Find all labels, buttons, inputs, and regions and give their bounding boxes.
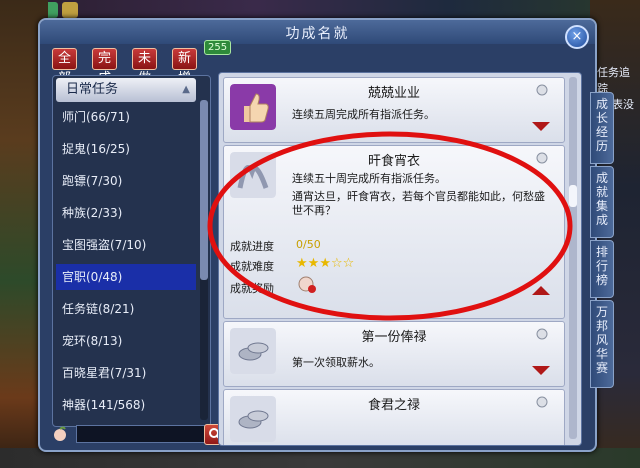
category-item[interactable]: 百晓星君(7/31)	[56, 360, 196, 386]
star-filled-icon: ★	[307, 256, 320, 271]
achievement-title: 第一份俸禄	[361, 330, 427, 345]
tab-wanbang[interactable]: 万邦风华赛	[590, 300, 614, 388]
peach-icon	[54, 426, 66, 441]
achievement-card[interactable]: 兢兢业业 连续五周完成所有指派任务。	[223, 77, 565, 143]
achievement-window: 功成名就 × 全部 完成 未做 新增 255 日常任务 ▲ 师门(66/71) …	[38, 18, 597, 452]
achievement-scroll-thumb[interactable]	[569, 185, 577, 207]
calendar-icon[interactable]	[62, 2, 78, 18]
silk-scroll-icon	[230, 152, 276, 198]
window-title: 功成名就	[285, 26, 350, 42]
category-item[interactable]: 宝图强盗(7/10)	[56, 232, 196, 258]
achievement-title: 食君之禄	[367, 398, 420, 413]
reward-label: 成就奖励	[230, 282, 274, 295]
achievement-title: 兢兢业业	[367, 86, 420, 101]
search-input[interactable]	[76, 425, 208, 443]
silver-ingot-icon	[230, 328, 276, 374]
filter-undone-button[interactable]: 未做	[132, 48, 158, 86]
category-item[interactable]: 跑镖(7/30)	[56, 168, 196, 194]
achievement-flavor-text: 通宵达旦，旰食宵衣，若每个官员都能如此，何愁盛世不再？	[292, 190, 545, 217]
star-empty-icon: ☆	[330, 256, 343, 271]
achievement-card[interactable]: 第一份俸禄 第一次领取薪水。	[223, 321, 565, 387]
tab-ranking[interactable]: 排行榜	[590, 240, 614, 298]
reward-item-icon[interactable]	[296, 274, 318, 294]
star-filled-icon: ★	[319, 256, 331, 271]
category-scrollbar[interactable]	[200, 100, 208, 420]
category-item[interactable]: 种族(2/33)	[56, 200, 196, 226]
table-none-label: 表没	[612, 98, 634, 111]
difficulty-label: 成就难度	[230, 260, 274, 273]
silver-ingot-icon	[230, 396, 276, 442]
peach-icon	[536, 396, 548, 408]
collapse-arrow-icon: ▲	[182, 84, 190, 95]
filter-all-button[interactable]: 全部	[52, 48, 78, 86]
filter-new-button[interactable]: 新增	[172, 48, 198, 86]
progress-label: 成就进度	[230, 240, 274, 253]
search-row	[52, 424, 226, 445]
new-count-badge: 255	[204, 40, 232, 55]
star-filled-icon: ★	[296, 256, 308, 271]
progress-value: 0/50	[296, 238, 321, 251]
achievement-card-expanded[interactable]: 旰食宵衣 连续五十周完成所有指派任务。 通宵达旦，旰食宵衣，若每个官员都能如此，…	[223, 145, 565, 319]
achievement-card[interactable]: 食君之禄	[223, 389, 565, 445]
star-empty-icon: ☆	[342, 256, 355, 271]
tab-achievements[interactable]: 成就集成	[590, 166, 614, 238]
tab-growth[interactable]: 成长经历	[590, 92, 614, 164]
category-header[interactable]: 日常任务 ▲	[56, 78, 196, 102]
category-header-label: 日常任务	[66, 82, 119, 97]
peach-icon	[536, 84, 548, 96]
category-item[interactable]: 神器(141/568)	[56, 392, 196, 418]
achievement-desc: 连续五周完成所有指派任务。	[292, 108, 435, 121]
category-item[interactable]: 捉鬼(16/25)	[56, 136, 196, 162]
category-item[interactable]: 宠环(8/13)	[56, 328, 196, 354]
category-panel: 日常任务 ▲ 师门(66/71) 捉鬼(16/25) 跑镖(7/30) 种族(2…	[52, 75, 211, 427]
close-button[interactable]: ×	[565, 25, 589, 49]
expand-arrow-icon[interactable]	[532, 366, 550, 375]
achievement-desc: 第一次领取薪水。	[292, 356, 380, 369]
achievement-scrollbar[interactable]	[569, 77, 577, 439]
difficulty-stars: ★★★☆☆	[296, 256, 354, 271]
achievement-desc: 连续五十周完成所有指派任务。	[292, 172, 446, 185]
filter-done-button[interactable]: 完成	[92, 48, 118, 86]
category-scroll-thumb[interactable]	[200, 100, 208, 280]
peach-icon	[536, 328, 548, 340]
category-item-selected[interactable]: 官职(0/48)	[56, 264, 196, 290]
category-item[interactable]: 师门(66/71)	[56, 104, 196, 130]
achievement-title: 旰食宵衣	[367, 154, 420, 169]
category-item[interactable]: 任务链(8/21)	[56, 296, 196, 322]
window-title-bar[interactable]: 功成名就	[40, 20, 595, 44]
achievement-list: 兢兢业业 连续五周完成所有指派任务。 旰食宵衣 连续五十周完成所有指派任务。 通…	[218, 72, 582, 446]
thumbs-up-icon	[230, 84, 276, 130]
expand-arrow-icon[interactable]	[532, 122, 550, 131]
peach-icon	[536, 152, 548, 164]
collapse-arrow-icon[interactable]	[532, 286, 550, 295]
